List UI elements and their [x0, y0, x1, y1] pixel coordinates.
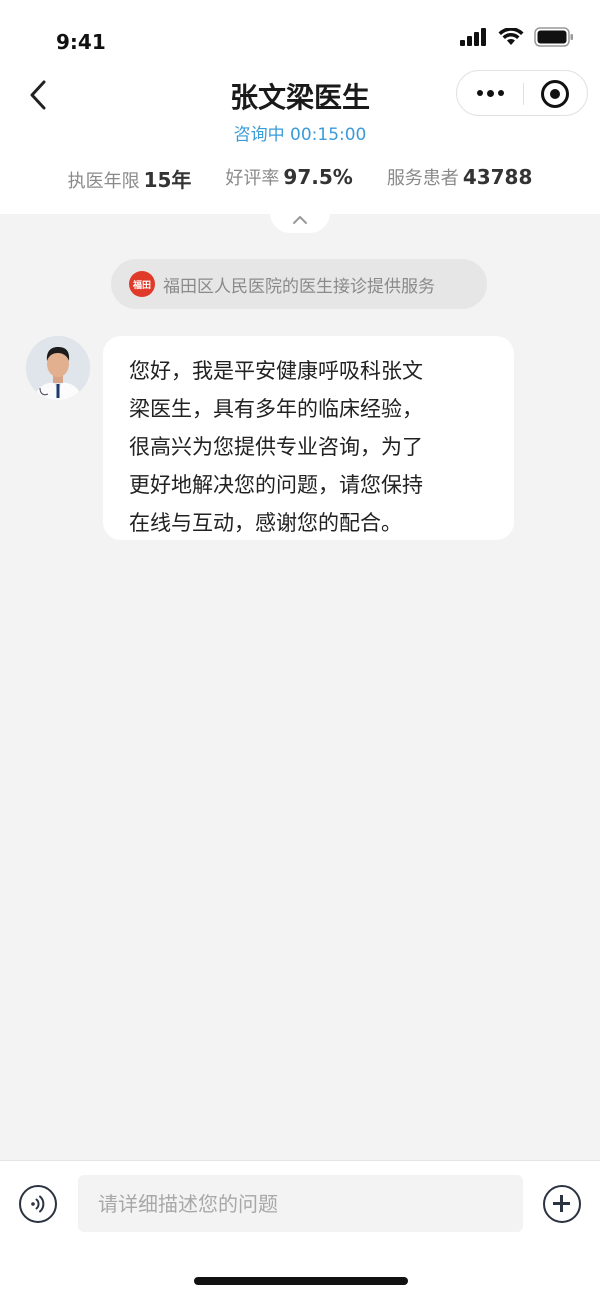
stat-label: 好评率: [225, 168, 280, 189]
status-time: 9:41: [56, 30, 106, 54]
more-dot-icon: [486, 89, 494, 97]
doctor-avatar[interactable]: [26, 336, 90, 400]
home-indicator: [194, 1277, 408, 1285]
status-icons: [460, 27, 574, 47]
doctor-message-bubble: 您好，我是平安健康呼吸科张文 梁医生，具有多年的临床经验， 很高兴为您提供专业咨…: [103, 336, 514, 540]
signal-icon: [460, 28, 486, 46]
more-dot-icon: [476, 90, 483, 96]
doctor-portrait-icon: [26, 336, 90, 400]
stat-value: 15年: [143, 168, 192, 192]
message-line: 梁医生，具有多年的临床经验，: [129, 397, 423, 421]
message-input[interactable]: [78, 1175, 523, 1232]
battery-icon: [534, 27, 573, 47]
capsule-divider: [523, 83, 524, 105]
chevron-up-icon: [293, 216, 307, 224]
hospital-logo: 福田: [129, 271, 155, 297]
header: 张文梁医生 咨询中 00:15:00 执医年限 15年 好评率 97.5% 服务…: [0, 64, 600, 214]
message-line: 更好地解决您的问题，请您保持: [129, 473, 423, 497]
add-attachment-button[interactable]: [543, 1185, 581, 1223]
stat-label: 执医年限: [67, 171, 140, 192]
voice-icon: [31, 1195, 45, 1213]
stat-rating: 好评率 97.5%: [225, 164, 352, 193]
stat-years: 执医年限 15年: [68, 164, 192, 193]
notice-text: 福田区人民医院的医生接诊提供服务: [163, 276, 435, 297]
message-line: 很高兴为您提供专业咨询，为了: [129, 435, 423, 459]
input-bar: [0, 1160, 600, 1299]
stat-label: 服务患者: [386, 168, 459, 189]
wifi-icon: [498, 28, 524, 45]
more-dot-icon: [497, 90, 504, 96]
more-button[interactable]: [457, 71, 523, 115]
consult-status: 咨询中 00:15:00: [233, 125, 367, 145]
message-line: 您好，我是平安健康呼吸科张文: [129, 359, 423, 383]
status-bar: 9:41: [0, 0, 600, 64]
collapse-header-button[interactable]: [270, 213, 330, 233]
message-line: 在线与互动，感谢您的配合。: [129, 511, 402, 535]
miniprogram-capsule: [456, 70, 588, 116]
doctor-stats: 执医年限 15年 好评率 97.5% 服务患者 43788: [0, 164, 600, 193]
voice-input-button[interactable]: [19, 1185, 57, 1223]
stat-patients: 服务患者 43788: [387, 164, 533, 193]
stat-value: 97.5%: [283, 165, 353, 189]
close-miniprogram-button[interactable]: [541, 80, 569, 108]
hospital-notice: 福田 福田区人民医院的医生接诊提供服务: [111, 259, 487, 309]
stat-value: 43788: [462, 165, 533, 189]
